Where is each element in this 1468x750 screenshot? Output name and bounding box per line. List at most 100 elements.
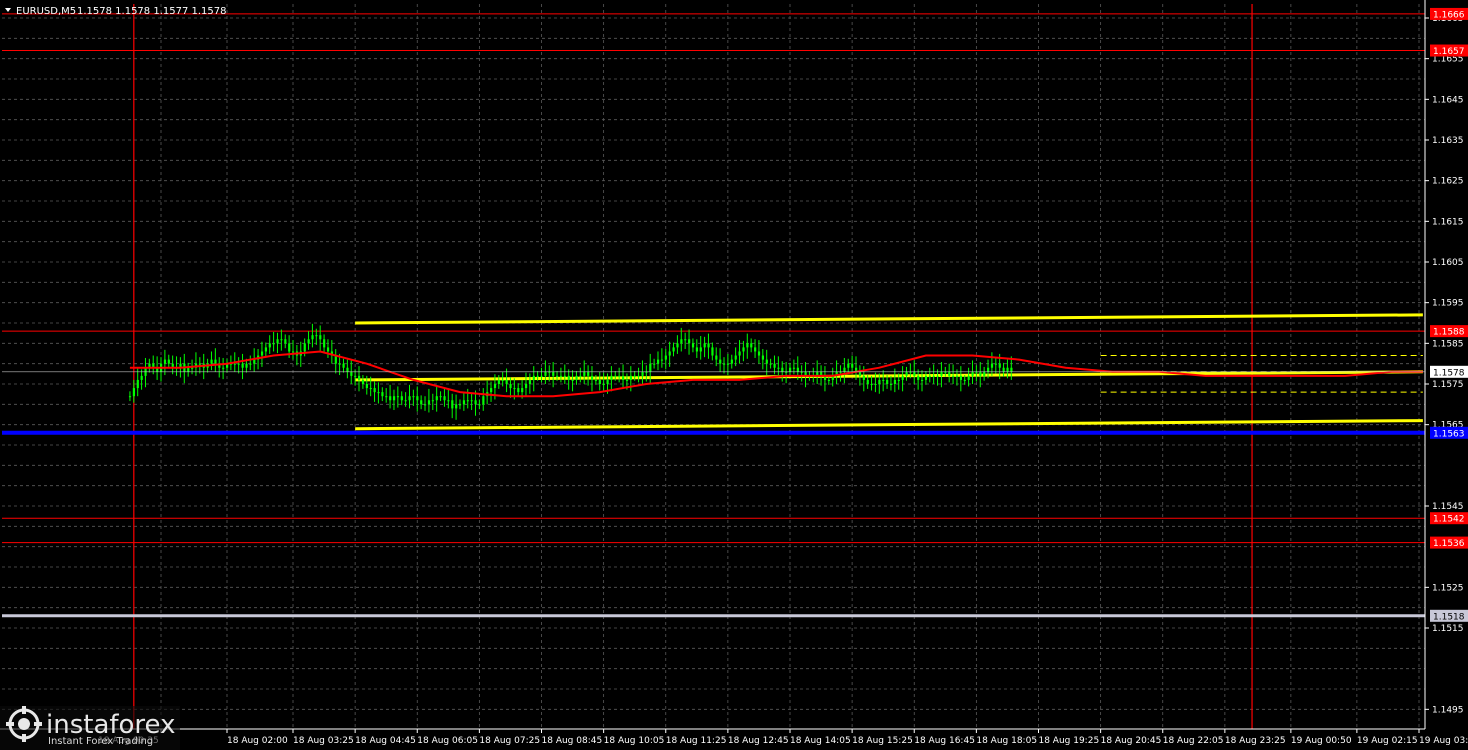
candle-body	[913, 371, 916, 376]
candle-body	[726, 363, 730, 365]
candle-body	[292, 351, 295, 353]
candle-body	[1002, 367, 1005, 372]
candle-body	[622, 375, 625, 380]
candle-body	[524, 384, 528, 389]
candle-body	[478, 404, 481, 406]
candle-body	[311, 335, 314, 340]
candle-body	[746, 343, 749, 348]
current-price-label: 1.1578	[1433, 368, 1465, 378]
candle-body	[649, 363, 652, 372]
candle-body	[618, 375, 621, 377]
candle-body	[552, 371, 555, 376]
candle-body	[587, 371, 590, 376]
candle-body	[1006, 367, 1009, 372]
candle-body	[773, 363, 776, 368]
candle-body	[435, 396, 438, 401]
price-tick-label: 1.1615	[1432, 217, 1464, 227]
candle-body	[757, 351, 761, 356]
candle-body	[346, 367, 349, 372]
price-chart[interactable]: 1.16651.16551.16451.16351.16251.16151.16…	[0, 0, 1468, 750]
price-tick-label: 1.1495	[1432, 705, 1464, 715]
candle-body	[260, 351, 264, 356]
chart-header: EURUSD,M5 1.1578 1.1578 1.1577 1.1578	[5, 6, 227, 17]
candle-body	[777, 367, 780, 369]
time-tick-label: 18 Aug 23:25	[1225, 736, 1286, 746]
time-tick-label: 18 Aug 07:25	[479, 736, 540, 746]
candle-body	[940, 371, 943, 376]
candle-body	[167, 359, 170, 364]
candle-body	[680, 339, 683, 344]
candle-body	[936, 375, 939, 377]
instaforex-watermark: instaforex Instant Forex Trading	[0, 706, 180, 750]
candle-body	[455, 404, 458, 409]
ohlc-values: 1.1578 1.1578 1.1577 1.1578	[77, 6, 227, 17]
candle-body	[932, 375, 935, 377]
candle-body	[858, 371, 862, 376]
candle-body	[323, 339, 326, 348]
candle-body	[862, 375, 865, 380]
candle-body	[699, 347, 702, 352]
candle-body	[660, 359, 664, 361]
time-tick-label: 18 Aug 12:45	[728, 736, 789, 746]
candle-body	[676, 343, 679, 348]
candle-body	[983, 371, 986, 376]
candle-body	[719, 359, 722, 364]
candle-body	[354, 375, 357, 377]
candle-body	[882, 379, 885, 381]
candle-body	[389, 396, 392, 401]
candle-body	[358, 375, 361, 380]
candle-body	[404, 400, 407, 402]
symbol-timeframe: EURUSD,M5	[16, 6, 76, 17]
price-tick-label: 1.1625	[1432, 177, 1464, 187]
candle-body	[928, 375, 931, 377]
candle-body	[198, 363, 202, 365]
time-tick-label: 18 Aug 04:45	[355, 736, 416, 746]
candle-body	[579, 375, 582, 377]
candle-body	[307, 339, 310, 344]
time-tick-label: 18 Aug 19:25	[1038, 736, 1099, 746]
candle-body	[641, 371, 644, 376]
candle-body	[451, 400, 454, 409]
time-tick-label: 19 Aug 02:15	[1357, 736, 1418, 746]
candle-body	[381, 392, 384, 397]
candle-body	[361, 379, 365, 384]
candle-body	[505, 379, 508, 384]
price-tick-label: 1.1585	[1432, 339, 1464, 349]
candle-body	[742, 347, 745, 352]
time-tick-label: 19 Aug 00:50	[1291, 736, 1352, 746]
candle-body	[575, 375, 578, 380]
candle-body	[326, 347, 330, 352]
candle-body	[610, 375, 613, 380]
candle-body	[921, 379, 924, 381]
candle-body	[431, 400, 434, 402]
candle-body	[466, 400, 469, 402]
candle-body	[268, 343, 271, 348]
candle-body	[237, 363, 240, 365]
candle-body	[629, 375, 633, 380]
level-label-1.1518: 1.1518	[1433, 612, 1465, 622]
candle-body	[140, 375, 143, 380]
price-tick-label: 1.1525	[1432, 583, 1464, 593]
level-label-1.1666: 1.1666	[1433, 10, 1465, 20]
candle-body	[987, 367, 990, 372]
level-label-1.1536: 1.1536	[1433, 539, 1465, 549]
level-label-1.1657: 1.1657	[1433, 47, 1465, 57]
candle-body	[288, 343, 291, 352]
candle-body	[897, 379, 900, 381]
candle-body	[827, 379, 831, 381]
candle-body	[730, 359, 733, 364]
candle-body	[971, 371, 974, 376]
candle-body	[606, 379, 609, 384]
candle-body	[664, 355, 667, 360]
candle-body	[994, 363, 997, 365]
candle-body	[462, 400, 466, 405]
candle-body	[614, 375, 617, 377]
candle-body	[412, 396, 415, 398]
price-tick-label: 1.1545	[1432, 502, 1464, 512]
candle-body	[734, 355, 737, 360]
candle-body	[544, 371, 547, 376]
candle-body	[233, 363, 236, 365]
candle-body	[396, 396, 400, 398]
candle-body	[843, 367, 846, 372]
candle-body	[583, 371, 586, 376]
